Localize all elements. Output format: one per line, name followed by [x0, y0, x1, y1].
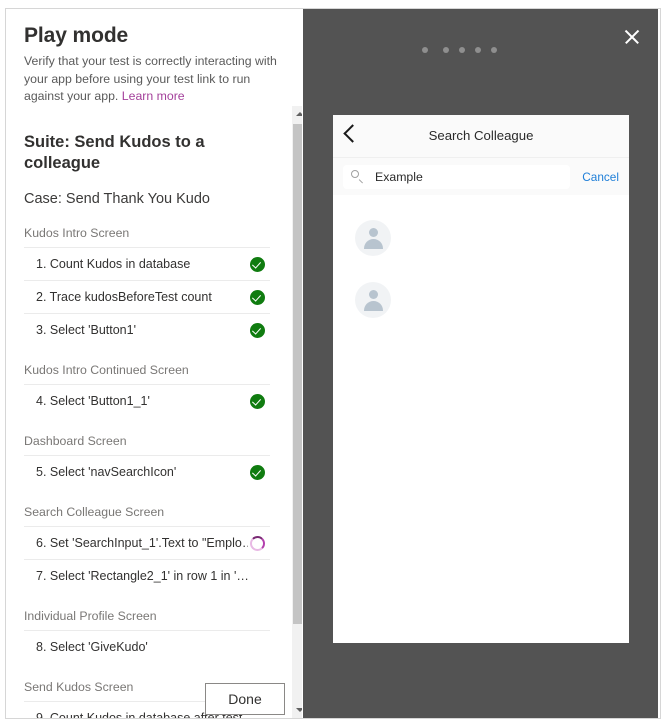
- cancel-search-link[interactable]: Cancel: [582, 170, 619, 184]
- test-step-row[interactable]: 2. Trace kudosBeforeTest count: [24, 279, 270, 313]
- test-step-row[interactable]: 4. Select 'Button1_1': [24, 383, 270, 417]
- search-result-row[interactable]: [333, 207, 629, 269]
- loading-dots-indicator: [422, 47, 522, 57]
- screen-group-header: Kudos Intro Continued Screen: [24, 362, 189, 377]
- test-step-label: 6. Set 'SearchInput_1'.Text to "Emplo…: [36, 535, 248, 550]
- app-search-bar: Example Cancel: [333, 158, 629, 195]
- search-icon: [351, 170, 364, 183]
- test-step-label: 5. Select 'navSearchIcon': [36, 464, 177, 479]
- test-step-label: 3. Select 'Button1': [36, 322, 136, 337]
- learn-more-link[interactable]: Learn more: [122, 89, 185, 103]
- scrollbar-thumb[interactable]: [293, 124, 302, 624]
- test-step-label: 4. Select 'Button1_1': [36, 393, 150, 408]
- window-border-right: [660, 8, 661, 719]
- test-step-label: 7. Select 'Rectangle2_1' in row 1 in '…: [36, 568, 248, 583]
- panel-header: Play mode Verify that your test is corre…: [6, 9, 302, 106]
- suite-title: Suite: Send Kudos to a colleague: [24, 133, 205, 173]
- screen-group-header: Search Colleague Screen: [24, 504, 165, 519]
- search-result-row[interactable]: [333, 269, 629, 331]
- test-step-row[interactable]: 6. Set 'SearchInput_1'.Text to "Emplo…: [24, 525, 270, 559]
- play-mode-window: Play mode Verify that your test is corre…: [0, 0, 666, 727]
- app-screen-header: Search Colleague: [333, 115, 629, 158]
- status-pass-icon: [248, 321, 266, 339]
- scroll-down-arrow-icon[interactable]: [292, 702, 302, 718]
- person-icon: [355, 282, 391, 318]
- close-icon[interactable]: [616, 21, 648, 53]
- status-none: [248, 638, 266, 656]
- scroll-up-arrow-icon[interactable]: [292, 106, 302, 122]
- panel-description: Verify that your test is correctly inter…: [24, 53, 286, 106]
- test-step-label: 1. Count Kudos in database: [36, 256, 191, 271]
- app-preview-overlay: Search Colleague Example Cancel: [303, 9, 658, 718]
- app-preview-screen: Search Colleague Example Cancel: [333, 115, 629, 643]
- case-title: Case: Send Thank You Kudo: [24, 190, 210, 207]
- test-step-row[interactable]: 3. Select 'Button1': [24, 312, 270, 346]
- loading-dot: [459, 47, 465, 53]
- person-icon: [355, 220, 391, 256]
- test-step-label: 2. Trace kudosBeforeTest count: [36, 289, 212, 304]
- status-pass-icon: [248, 392, 266, 410]
- test-steps-scroll-region: Suite: Send Kudos to a colleague Case: S…: [6, 112, 302, 718]
- loading-dot: [443, 47, 449, 53]
- page-title: Play mode: [24, 24, 129, 47]
- app-screen-title: Search Colleague: [428, 128, 534, 143]
- loading-dot: [475, 47, 481, 53]
- screen-group-header: Dashboard Screen: [24, 433, 127, 448]
- search-results-list: [333, 195, 629, 331]
- test-step-row[interactable]: 7. Select 'Rectangle2_1' in row 1 in '…: [24, 558, 270, 592]
- test-step-row[interactable]: 8. Select 'GiveKudo': [24, 629, 270, 663]
- test-step-row[interactable]: 1. Count Kudos in database: [24, 246, 270, 280]
- panel-scrollbar[interactable]: [292, 106, 302, 718]
- play-mode-panel: Play mode Verify that your test is corre…: [6, 9, 302, 718]
- screen-group-header: Kudos Intro Screen: [24, 225, 130, 240]
- test-step-row[interactable]: 5. Select 'navSearchIcon': [24, 454, 270, 488]
- status-pass-icon: [248, 463, 266, 481]
- screen-group-header: Individual Profile Screen: [24, 608, 157, 623]
- loading-dot: [491, 47, 497, 53]
- loading-dot: [422, 47, 428, 53]
- status-pass-icon: [248, 288, 266, 306]
- window-border-bottom: [5, 718, 661, 719]
- status-none: [248, 567, 266, 585]
- search-input-value: Example: [375, 169, 423, 184]
- search-input[interactable]: Example: [343, 164, 571, 189]
- screen-groups-container: Kudos Intro Screen 1. Count Kudos in data…: [6, 209, 288, 718]
- status-pass-icon: [248, 255, 266, 273]
- test-step-label: 8. Select 'GiveKudo': [36, 639, 148, 654]
- status-running-icon: [248, 534, 266, 552]
- done-button[interactable]: Done: [205, 683, 285, 715]
- test-steps-list: Suite: Send Kudos to a colleague Case: S…: [6, 112, 288, 718]
